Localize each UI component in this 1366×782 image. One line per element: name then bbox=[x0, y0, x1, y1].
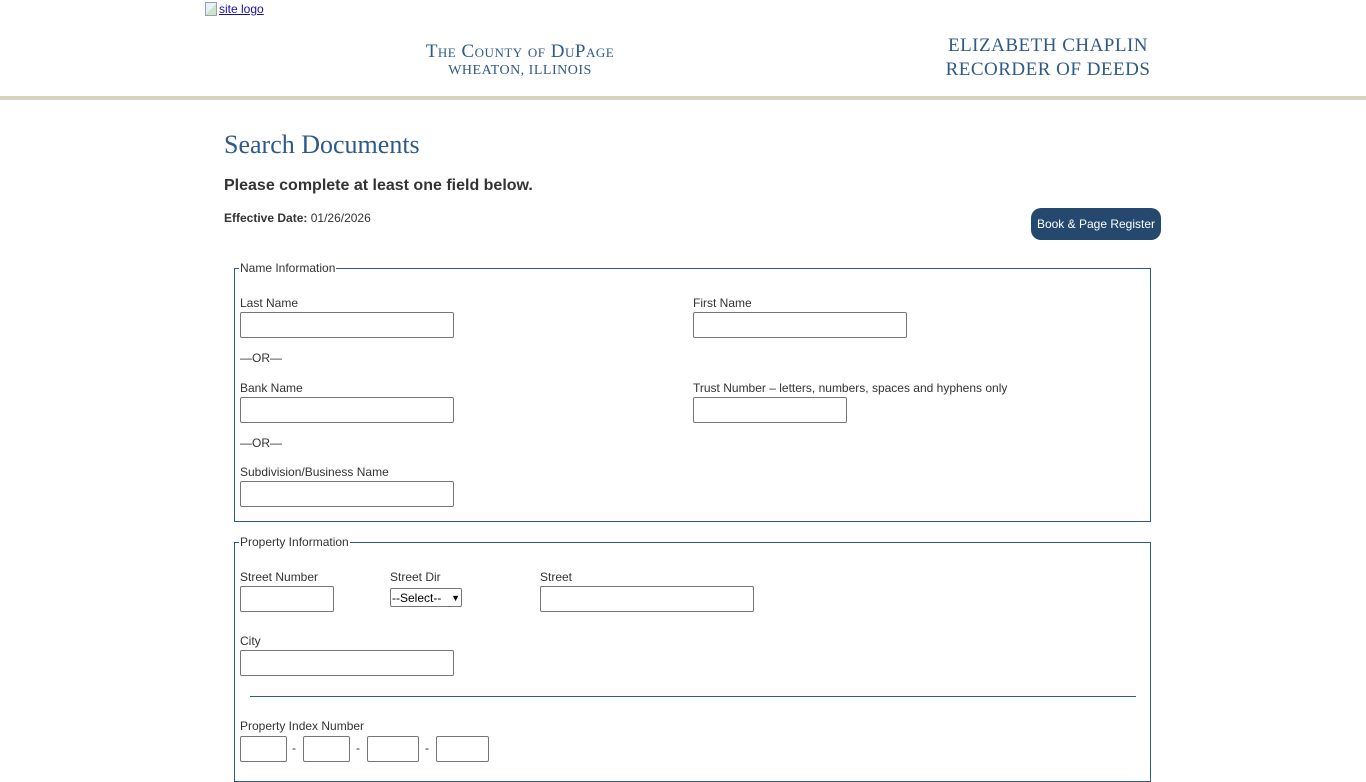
street-number-label: Street Number bbox=[240, 570, 319, 584]
subdivision-business-label: Subdivision/Business Name bbox=[240, 465, 389, 479]
street-dir-select[interactable]: --Select-- ▼ bbox=[390, 588, 462, 607]
book-page-register-button[interactable]: Book & Page Register bbox=[1031, 208, 1161, 240]
or-separator: —OR— bbox=[240, 351, 282, 365]
property-information-legend: Property Information bbox=[239, 535, 350, 549]
county-name: The County of DuPage bbox=[425, 41, 615, 62]
street-number-input[interactable] bbox=[240, 586, 334, 612]
name-information-fieldset: Name Information Last Name First Name —O… bbox=[234, 261, 1151, 522]
trust-number-input[interactable] bbox=[693, 397, 847, 423]
city-label: City bbox=[240, 634, 261, 648]
first-name-input[interactable] bbox=[693, 312, 907, 338]
section-divider bbox=[250, 696, 1136, 697]
county-location: WHEATON, ILLINOIS bbox=[448, 63, 592, 78]
instructions-text: Please complete at least one field below… bbox=[224, 177, 533, 194]
street-dir-label: Street Dir bbox=[390, 570, 441, 584]
pin-part-3-input[interactable] bbox=[367, 736, 419, 762]
last-name-input[interactable] bbox=[240, 312, 454, 338]
pin-separator: - bbox=[356, 741, 360, 755]
last-name-label: Last Name bbox=[240, 296, 299, 310]
name-information-legend: Name Information bbox=[239, 261, 337, 275]
property-information-fieldset: Property Information Street Number Stree… bbox=[234, 535, 1151, 782]
site-header: site logo The County of DuPage WHEATON, … bbox=[0, 0, 1366, 100]
effective-date-label: Effective Date: bbox=[224, 211, 308, 225]
pin-separator: - bbox=[292, 741, 296, 755]
city-input[interactable] bbox=[240, 650, 454, 676]
subdivision-business-input[interactable] bbox=[240, 481, 454, 507]
trust-number-label: Trust Number – letters, numbers, spaces … bbox=[693, 381, 1008, 395]
chevron-down-icon: ▼ bbox=[451, 592, 460, 603]
pin-part-4-input[interactable] bbox=[436, 736, 489, 762]
street-label: Street bbox=[540, 570, 573, 584]
effective-date-value: 01/26/2026 bbox=[310, 211, 371, 225]
bank-name-label: Bank Name bbox=[240, 381, 303, 395]
pin-separator: - bbox=[425, 741, 429, 755]
pin-part-2-input[interactable] bbox=[303, 736, 350, 762]
pin-part-1-input[interactable] bbox=[240, 736, 287, 762]
official-title: RECORDER OF DEEDS bbox=[945, 59, 1151, 80]
street-dir-selected-value: --Select-- bbox=[392, 590, 442, 605]
bank-name-input[interactable] bbox=[240, 397, 454, 423]
broken-image-icon bbox=[205, 2, 217, 16]
or-separator: —OR— bbox=[240, 436, 282, 450]
county-title: The County of DuPage WHEATON, ILLINOIS bbox=[380, 42, 660, 79]
street-input[interactable] bbox=[540, 586, 754, 612]
recorder-title: ELIZABETH CHAPLIN RECORDER OF DEEDS bbox=[920, 34, 1176, 82]
site-logo-alt-text: site logo bbox=[219, 2, 264, 16]
first-name-label: First Name bbox=[693, 296, 752, 310]
site-logo-link[interactable]: site logo bbox=[205, 2, 264, 16]
official-name: ELIZABETH CHAPLIN bbox=[947, 35, 1149, 56]
page-title: Search Documents bbox=[224, 130, 420, 159]
pin-label: Property Index Number bbox=[240, 719, 365, 733]
effective-date: Effective Date: 01/26/2026 bbox=[224, 211, 371, 225]
